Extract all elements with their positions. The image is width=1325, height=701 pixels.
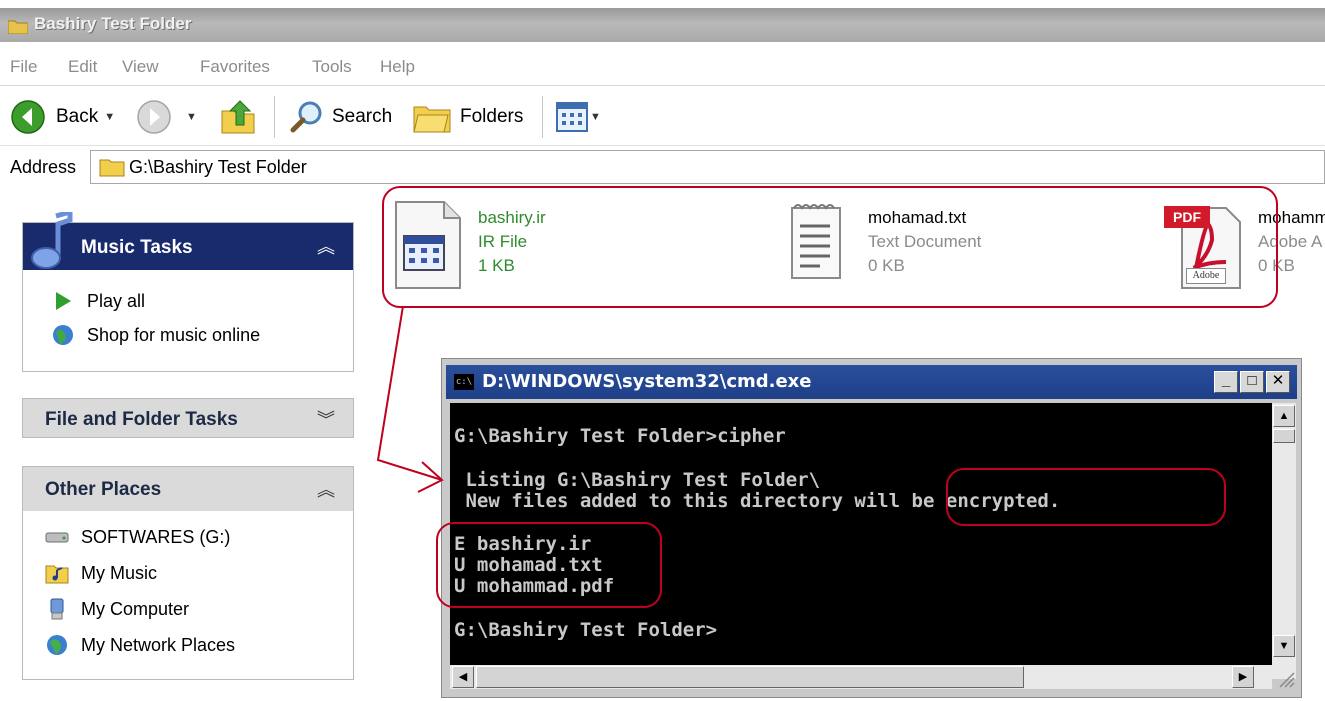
minimize-button[interactable]: _ xyxy=(1214,371,1238,393)
views-icon xyxy=(556,102,588,132)
menu-favorites[interactable]: Favorites xyxy=(200,57,270,77)
menu-edit[interactable]: Edit xyxy=(68,57,97,77)
console-line: G:\Bashiry Test Folder> xyxy=(454,619,718,641)
search-button[interactable]: Search xyxy=(288,88,392,146)
file-folder-tasks-header[interactable]: File and Folder Tasks ︾ xyxy=(23,399,353,437)
back-button[interactable]: Back ▼ xyxy=(10,88,115,146)
menu-view[interactable]: View xyxy=(122,57,159,77)
expand-chevron-icon[interactable]: ︾ xyxy=(317,406,335,432)
shop-music-label: Shop for music online xyxy=(87,324,261,345)
cmd-title-bar[interactable]: c:\ D:\WINDOWS\system32\cmd.exe _ □ ✕ xyxy=(446,365,1297,399)
play-all-label: Play all xyxy=(87,290,146,311)
other-places-header[interactable]: Other Places ︽ xyxy=(23,467,353,511)
play-icon xyxy=(51,289,75,313)
back-dropdown-icon[interactable]: ▼ xyxy=(104,111,115,123)
annotation-files-box xyxy=(382,186,1278,308)
window-title-bar[interactable]: Bashiry Test Folder xyxy=(0,8,1325,42)
my-network-places-label: My Network Places xyxy=(81,634,236,655)
collapse-chevron-icon[interactable]: ︽ xyxy=(317,233,335,259)
my-music-link[interactable]: My Music xyxy=(45,561,157,585)
other-places-title: Other Places xyxy=(45,479,162,500)
music-folder-icon xyxy=(45,561,69,585)
computer-icon xyxy=(45,597,69,621)
scroll-left-icon[interactable]: ◀ xyxy=(452,666,474,688)
drive-icon xyxy=(45,525,69,549)
my-network-places-link[interactable]: My Network Places xyxy=(45,633,235,657)
forward-arrow-icon xyxy=(137,100,171,134)
network-globe-icon xyxy=(45,633,69,657)
softwares-drive-label: SOFTWARES (G:) xyxy=(81,526,231,547)
menu-bar: File Edit View Favorites Tools Help xyxy=(0,48,1325,86)
softwares-drive-link[interactable]: SOFTWARES (G:) xyxy=(45,525,230,549)
scroll-up-icon[interactable]: ▲ xyxy=(1273,405,1295,427)
collapse-chevron-icon[interactable]: ︽ xyxy=(317,476,335,502)
menu-tools[interactable]: Tools xyxy=(312,57,352,77)
maximize-button[interactable]: □ xyxy=(1240,371,1264,393)
address-input[interactable]: G:\Bashiry Test Folder xyxy=(90,150,1325,184)
address-label: Address xyxy=(10,157,77,177)
views-button[interactable]: ▼ xyxy=(556,88,601,146)
play-all-link[interactable]: Play all xyxy=(51,289,145,313)
menu-help[interactable]: Help xyxy=(380,57,415,77)
folders-icon xyxy=(413,106,451,133)
scroll-thumb[interactable] xyxy=(476,666,1024,688)
annotation-encrypted-box xyxy=(946,468,1226,526)
cmd-title: D:\WINDOWS\system32\cmd.exe xyxy=(482,371,812,392)
scroll-down-icon[interactable]: ▼ xyxy=(1273,635,1295,657)
folder-icon xyxy=(8,20,28,34)
my-computer-link[interactable]: My Computer xyxy=(45,597,189,621)
views-dropdown-icon[interactable]: ▼ xyxy=(590,111,601,123)
folder-icon xyxy=(99,159,125,177)
scroll-right-icon[interactable]: ▶ xyxy=(1232,666,1254,688)
my-computer-label: My Computer xyxy=(81,598,190,619)
console-line: Listing G:\Bashiry Test Folder\ xyxy=(454,469,821,491)
annotation-status-box xyxy=(436,522,662,608)
search-label: Search xyxy=(332,106,393,127)
scroll-thumb[interactable] xyxy=(1273,429,1295,443)
forward-dropdown-icon[interactable]: ▼ xyxy=(186,111,197,123)
shop-music-link[interactable]: Shop for music online xyxy=(51,323,260,347)
console-line: G:\Bashiry Test Folder>cipher xyxy=(454,425,786,447)
folders-label: Folders xyxy=(460,106,524,127)
horizontal-scrollbar[interactable]: ◀ ▶ xyxy=(450,665,1272,689)
resize-grip-icon[interactable] xyxy=(1276,669,1296,689)
file-folder-tasks-panel: File and Folder Tasks ︾ xyxy=(22,398,354,438)
toolbar-separator xyxy=(542,96,544,138)
menu-file[interactable]: File xyxy=(10,57,37,77)
other-places-panel: Other Places ︽ SOFTWARES (G:) My Music M… xyxy=(22,466,354,680)
up-folder-icon xyxy=(221,100,255,134)
folders-button[interactable]: Folders xyxy=(412,88,523,146)
toolbar: Back ▼ ▼ Search Folders ▼ xyxy=(0,88,1325,146)
forward-button[interactable]: ▼ xyxy=(136,88,197,146)
annotation-arrow xyxy=(376,305,444,493)
music-tasks-title: Music Tasks xyxy=(81,237,193,258)
back-arrow-icon xyxy=(11,100,45,134)
my-music-label: My Music xyxy=(81,562,157,583)
close-button[interactable]: ✕ xyxy=(1266,371,1290,393)
vertical-scrollbar[interactable]: ▲ ▼ xyxy=(1272,403,1296,679)
globe-icon xyxy=(51,323,75,347)
window-title: Bashiry Test Folder xyxy=(34,14,192,33)
address-bar: Address G:\Bashiry Test Folder xyxy=(0,148,1325,186)
address-path: G:\Bashiry Test Folder xyxy=(129,157,307,177)
search-icon xyxy=(290,101,322,133)
file-folder-tasks-title: File and Folder Tasks xyxy=(45,409,238,430)
music-note-icon xyxy=(31,212,73,269)
toolbar-separator xyxy=(274,96,276,138)
up-folder-button[interactable] xyxy=(218,88,258,146)
back-label: Back xyxy=(56,106,99,127)
